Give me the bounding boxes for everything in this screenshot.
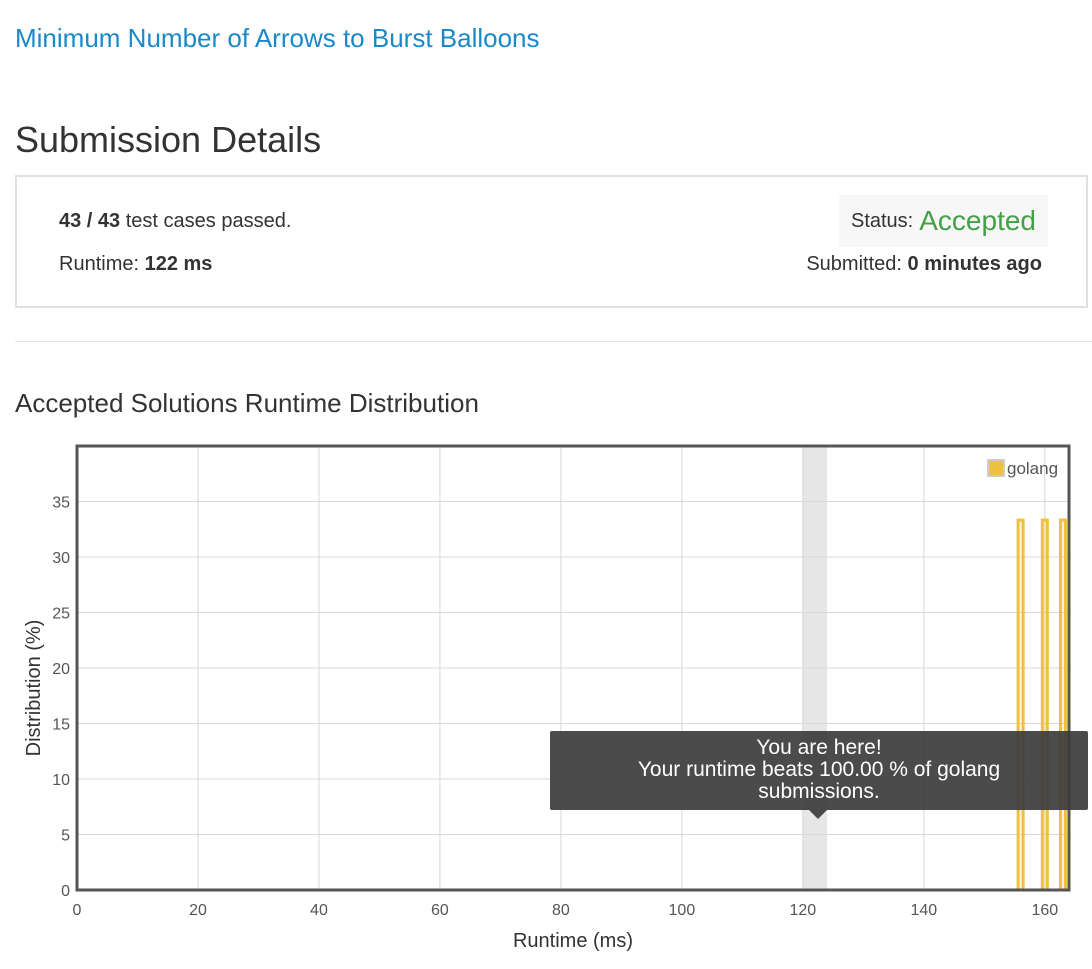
x-tick-label: 160 [1031,902,1058,919]
tooltip-pointer [809,810,827,819]
y-tick-label: 0 [61,883,70,900]
submitted-time: Submitted: 0 minutes ago [806,253,1042,276]
status-badge: Status: Accepted [838,195,1048,247]
y-tick-label: 5 [61,828,70,845]
section-divider [15,341,1092,342]
x-tick-label: 60 [431,902,449,919]
y-axis-label: Distribution (%) [23,620,45,757]
tooltip-line-2: Your runtime beats 100.00 % of golang [637,758,1001,781]
status-value: Accepted [919,205,1036,236]
tooltip-line-1: You are here! [756,736,882,759]
runtime-distribution-chart[interactable]: 0 20 40 60 80 100 120 140 160 0 5 10 15 20 25 30 35 Runti… [0,430,1092,960]
y-tick-label: 35 [52,495,70,512]
chart-bar[interactable] [1040,518,1049,892]
x-tick-label: 120 [790,902,817,919]
submitted-value: 0 minutes ago [907,253,1042,275]
test-cases-count: 43 / 43 [59,210,121,232]
y-tick-label: 10 [52,772,70,789]
test-cases-result: 43 / 43 test cases passed. [59,210,291,233]
runtime-result: Runtime: 122 ms [59,253,212,276]
submitted-label: Submitted: [806,253,908,275]
chart-bar[interactable] [1016,518,1025,892]
tooltip-line-3: submissions. [758,780,880,803]
x-tick-label: 100 [669,902,696,919]
test-cases-text: test cases passed. [120,210,292,232]
status-label: Status: [850,209,914,232]
submission-summary-panel: 43 / 43 test cases passed. Runtime: 122 … [15,175,1088,308]
runtime-value: 122 ms [144,253,213,275]
chart-section-title: Accepted Solutions Runtime Distribution [15,388,479,418]
x-tick-label: 40 [310,902,328,919]
y-tick-label: 15 [52,717,70,734]
problem-title-link[interactable]: Minimum Number of Arrows to Burst Balloo… [15,20,540,56]
x-tick-label: 20 [189,902,207,919]
chart-bar[interactable] [1058,518,1067,892]
runtime-label: Runtime: [59,253,145,275]
x-axis-label: Runtime (ms) [513,930,633,952]
chart-tooltip: You are here! Your runtime beats 100.00 … [550,731,1088,810]
y-tick-label: 20 [52,661,70,678]
legend-label[interactable]: golang [1007,459,1058,478]
page-title: Submission Details [15,119,322,160]
x-tick-label: 140 [910,902,937,919]
y-tick-label: 25 [52,606,70,623]
y-tick-label: 30 [52,550,70,567]
x-tick-label: 0 [73,902,82,919]
legend-swatch [987,459,1005,477]
x-tick-label: 80 [552,902,570,919]
